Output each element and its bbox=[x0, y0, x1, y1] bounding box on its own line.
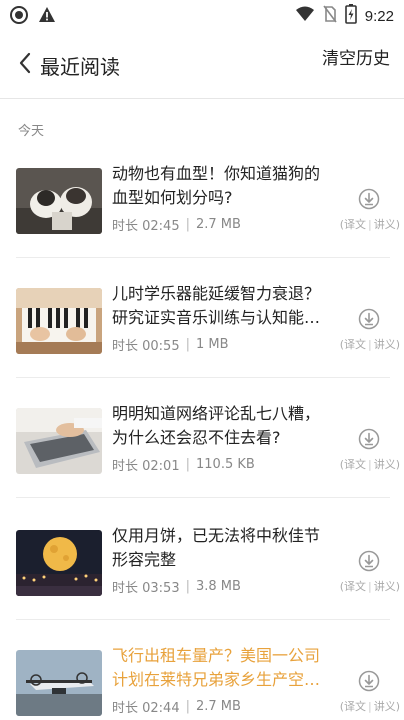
item-tags: (译文 | 讲义) bbox=[339, 458, 400, 471]
item-title: 动物也有血型！你知道猫狗的血型如何划分吗? bbox=[112, 164, 321, 207]
tag-notes[interactable]: 讲义 bbox=[374, 218, 396, 231]
tag-notes[interactable]: 讲义 bbox=[374, 580, 396, 593]
chevron-left-icon bbox=[18, 52, 32, 78]
tag-notes[interactable]: 讲义 bbox=[374, 338, 396, 351]
piano-keys-thumbnail bbox=[16, 288, 102, 354]
item-duration: 时长 02:44 bbox=[112, 701, 180, 716]
warning-icon bbox=[38, 6, 56, 28]
tag-translation[interactable]: 译文 bbox=[344, 458, 366, 471]
clear-history-button[interactable]: 清空历史 bbox=[322, 44, 390, 69]
item-tags: (译文 | 讲义) bbox=[339, 700, 400, 713]
download-button[interactable] bbox=[358, 188, 380, 210]
download-icon bbox=[358, 670, 380, 696]
item-duration: 时长 02:01 bbox=[112, 459, 180, 474]
item-size: 2.7 MB bbox=[196, 699, 241, 714]
item-meta: 时长 03:53 | 3.8 MB bbox=[112, 579, 241, 596]
tag-notes[interactable]: 讲义 bbox=[374, 458, 396, 471]
page-title: 最近阅读 bbox=[40, 55, 120, 79]
no-sim-icon bbox=[323, 5, 337, 27]
list-item[interactable]: 动物也有血型！你知道猫狗的血型如何划分吗? 时长 02:45 | 2.7 MB … bbox=[0, 138, 404, 258]
download-icon bbox=[358, 550, 380, 576]
status-bar: 9:22 bbox=[0, 0, 404, 32]
tag-translation[interactable]: 译文 bbox=[344, 580, 366, 593]
item-title: 仅用月饼，已无法将中秋佳节形容完整 bbox=[112, 526, 321, 569]
download-icon bbox=[358, 188, 380, 214]
download-icon bbox=[358, 308, 380, 334]
tag-translation[interactable]: 译文 bbox=[344, 338, 366, 351]
back-button[interactable] bbox=[12, 50, 38, 80]
download-icon bbox=[358, 428, 380, 454]
cat-and-dog-thumbnail bbox=[16, 168, 102, 234]
list-item[interactable]: 明明知道网络评论乱七八糟，为什么还会忍不住去看? 时长 02:01 | 110.… bbox=[0, 378, 404, 498]
section-label: 今天 bbox=[18, 124, 45, 139]
item-tags: (译文 | 讲义) bbox=[339, 338, 400, 351]
item-duration: 时长 03:53 bbox=[112, 581, 180, 596]
download-button[interactable] bbox=[358, 550, 380, 572]
item-title: 儿时学乐器能延缓智力衰退？研究证实音乐训练与认知能力间... bbox=[112, 284, 321, 327]
tag-translation[interactable]: 译文 bbox=[344, 218, 366, 231]
full-moon-thumbnail bbox=[16, 530, 102, 596]
download-button[interactable] bbox=[358, 670, 380, 692]
item-size: 110.5 KB bbox=[196, 457, 255, 472]
status-time: 9:22 bbox=[364, 7, 394, 25]
item-meta: 时长 02:01 | 110.5 KB bbox=[112, 457, 255, 474]
laptop-typing-thumbnail bbox=[16, 408, 102, 474]
divider bbox=[16, 497, 390, 498]
app-circle-icon bbox=[10, 6, 28, 28]
flying-taxi-thumbnail bbox=[16, 650, 102, 716]
tag-translation[interactable]: 译文 bbox=[344, 700, 366, 713]
item-meta: 时长 00:55 | 1 MB bbox=[112, 337, 229, 354]
item-title: 明明知道网络评论乱七八糟，为什么还会忍不住去看? bbox=[112, 404, 321, 447]
download-button[interactable] bbox=[358, 308, 380, 330]
download-button[interactable] bbox=[358, 428, 380, 450]
item-meta: 时长 02:44 | 2.7 MB bbox=[112, 699, 241, 716]
battery-charging-icon bbox=[344, 4, 357, 28]
list-item[interactable]: 飞行出租车量产？美国一公司计划在莱特兄弟家乡生产空中出... 时长 02:44 … bbox=[0, 620, 404, 720]
app-header: 最近阅读 清空历史 bbox=[0, 32, 404, 99]
item-tags: (译文 | 讲义) bbox=[339, 580, 400, 593]
item-meta: 时长 02:45 | 2.7 MB bbox=[112, 217, 241, 234]
item-size: 2.7 MB bbox=[196, 217, 241, 232]
item-duration: 时长 02:45 bbox=[112, 219, 180, 234]
item-size: 1 MB bbox=[196, 337, 229, 352]
item-tags: (译文 | 讲义) bbox=[339, 218, 400, 231]
screen: 9:22 最近阅读 清空历史 今天 动物也有血型！你知道猫狗的血型如何划分吗? … bbox=[0, 0, 404, 720]
list-item[interactable]: 仅用月饼，已无法将中秋佳节形容完整 时长 03:53 | 3.8 MB (译文 |… bbox=[0, 500, 404, 620]
item-size: 3.8 MB bbox=[196, 579, 241, 594]
item-duration: 时长 00:55 bbox=[112, 339, 180, 354]
item-title: 飞行出租车量产？美国一公司计划在莱特兄弟家乡生产空中出... bbox=[112, 646, 321, 689]
wifi-icon bbox=[295, 5, 315, 27]
list-item[interactable]: 儿时学乐器能延缓智力衰退？研究证实音乐训练与认知能力间... 时长 00:55 … bbox=[0, 258, 404, 378]
tag-notes[interactable]: 讲义 bbox=[374, 700, 396, 713]
